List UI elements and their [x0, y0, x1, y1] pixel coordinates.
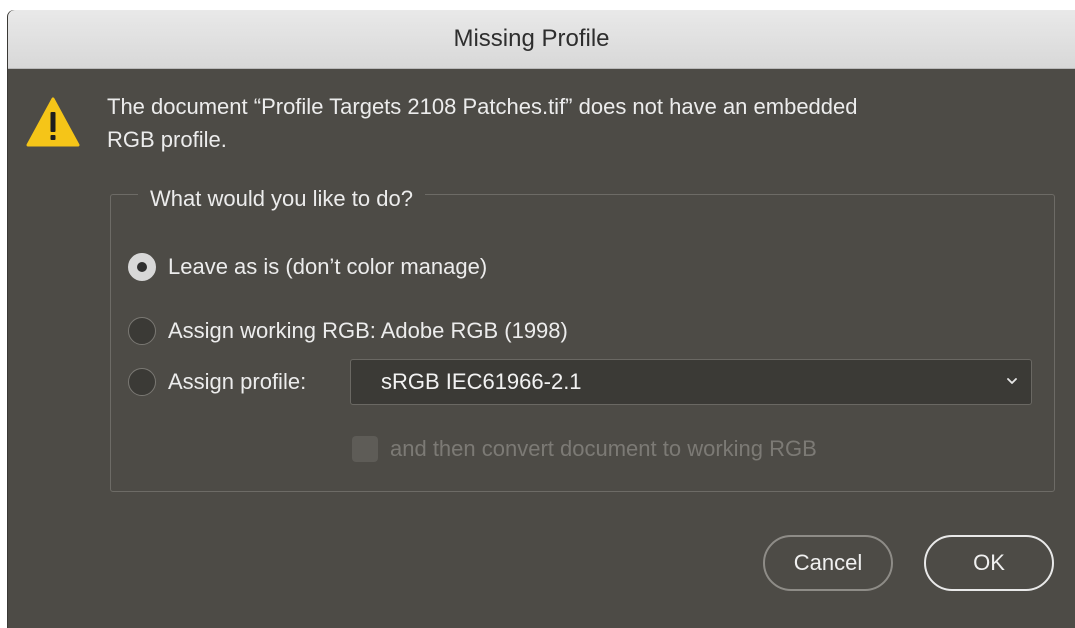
options-group-legend: What would you like to do? — [138, 184, 425, 214]
option-assign-working-rgb[interactable]: Assign working RGB: Adobe RGB (1998) — [128, 317, 568, 345]
radio-assign-working-rgb[interactable] — [128, 317, 156, 345]
message-line-1: The document “Profile Targets 2108 Patch… — [107, 94, 858, 119]
option-leave-as-is-label: Leave as is (don’t color manage) — [168, 254, 488, 279]
convert-checkbox-label: and then convert document to working RGB — [390, 436, 817, 461]
dialog-message: The document “Profile Targets 2108 Patch… — [107, 90, 1047, 156]
option-assign-profile[interactable]: Assign profile: — [128, 368, 306, 396]
option-assign-working-rgb-label: Assign working RGB: Adobe RGB (1998) — [168, 318, 568, 343]
warning-icon — [26, 97, 80, 147]
radio-assign-profile[interactable] — [128, 368, 156, 396]
ok-button[interactable]: OK — [924, 535, 1054, 591]
profile-select-value: sRGB IEC61966-2.1 — [381, 369, 582, 394]
title-bar[interactable]: Missing Profile — [8, 10, 1075, 69]
profile-select[interactable]: sRGB IEC61966-2.1 — [350, 359, 1032, 405]
ok-button-label: OK — [973, 550, 1005, 575]
cancel-button[interactable]: Cancel — [763, 535, 893, 591]
radio-leave-as-is[interactable] — [128, 253, 156, 281]
message-line-2: RGB profile. — [107, 127, 227, 152]
cancel-button-label: Cancel — [793, 550, 863, 575]
chevron-down-icon — [1007, 378, 1017, 384]
convert-option: and then convert document to working RGB — [352, 436, 817, 462]
convert-checkbox — [352, 436, 378, 462]
option-leave-as-is[interactable]: Leave as is (don’t color manage) — [128, 253, 487, 281]
dialog-title: Missing Profile — [453, 25, 610, 52]
option-assign-profile-label: Assign profile: — [168, 369, 307, 394]
